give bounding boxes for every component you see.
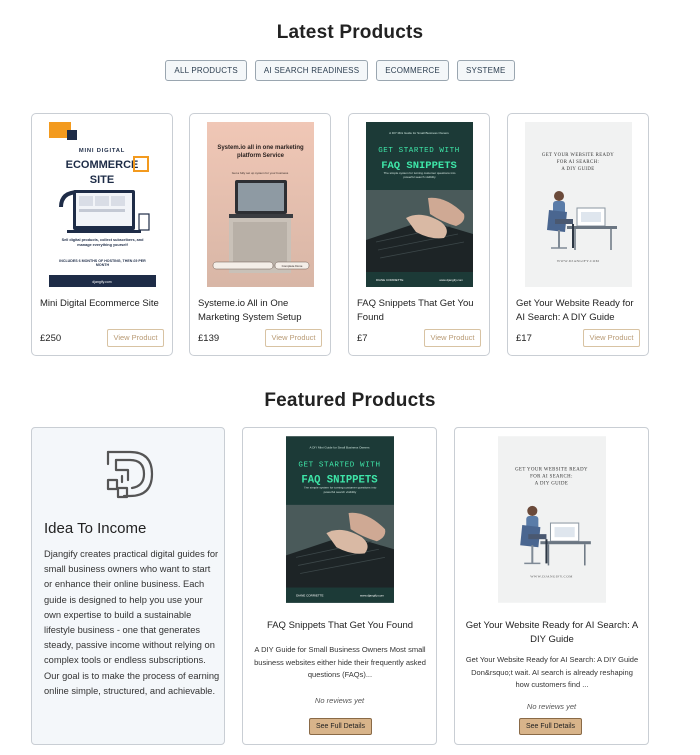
cover-text: GET YOUR WEBSITE READY [542,153,614,158]
intro-card: Idea To Income Djangify creates practica… [31,427,225,745]
view-product-button[interactable]: View Product [583,329,640,347]
cover-text: GET STARTED WITH [298,462,380,470]
category-filters: ALL PRODUCTS AI SEARCH READINESS ECOMMER… [0,60,680,81]
featured-cover-ai-search[interactable]: GET YOUR WEBSITE READY FOR AI SEARCH: A … [498,436,606,603]
view-product-button[interactable]: View Product [107,329,164,347]
cover-text: Sell digital products, collect subscribe… [61,238,144,247]
cover-text: WWW.DJANGIFY.COM [557,259,600,263]
view-product-button[interactable]: View Product [424,329,481,347]
product-cover-ai-search[interactable]: GET YOUR WEBSITE READY FOR AI SEARCH: A … [525,122,632,287]
product-name[interactable]: Mini Digital Ecommerce Site [40,297,168,311]
cover-text: WWW.DJANGIFY.COM [530,575,573,579]
view-product-button[interactable]: View Product [265,329,322,347]
cover-text: SITE [90,174,114,186]
product-cover-faq[interactable]: A DIY Mini Guide for Small Business Owne… [366,122,473,287]
product-price: £250 [40,333,62,344]
product-name[interactable]: Systeme.io All in One Marketing System S… [198,297,326,325]
cover-text: DIANE CORRIETTE [296,594,323,598]
intro-body: Djangify creates practical digital guide… [44,549,220,696]
product-cover-systeme[interactable]: System.io all in one marketing platform … [207,122,314,287]
djangify-logo-icon [102,446,158,502]
cover-text: ECOMMERCE [66,159,139,171]
cover-text: djangify.com [92,280,111,284]
cover-text: A DIY Mini Guide for Small Business Owne… [310,445,370,449]
cover-text: GET YOUR WEBSITE READY [515,468,588,473]
product-price: £17 [516,333,532,344]
cover-text: www.djangify.com [360,594,384,598]
cover-text: A DIY Mini Guide for Small Business Owne… [389,131,449,135]
filter-systeme[interactable]: SYSTEME [456,60,515,81]
product-card-systeme[interactable]: System.io all in one marketing platform … [189,113,331,356]
product-name[interactable]: Get Your Website Ready for AI Search: A … [516,297,644,325]
see-full-details-button[interactable]: See Full Details [519,718,582,735]
featured-product-title[interactable]: FAQ Snippets That Get You Found [249,619,431,633]
product-price: £7 [357,333,368,344]
cover-text: The simple system for turning customer q… [303,486,377,494]
latest-products-heading: Latest Products [276,22,424,43]
cover-text: System.io all in one marketing platform … [217,145,304,159]
cover-text: Get a fully set up system for your busin… [232,171,289,175]
cover-text: MINI DIGITAL [79,148,125,154]
filter-ai-search-readiness[interactable]: AI SEARCH READINESS [254,60,369,81]
product-cover-ecommerce[interactable]: MINI DIGITAL ECOMMERCE SITE Sell digital… [49,122,156,287]
cover-text: DIANE CORRIETTE [376,278,403,282]
cover-text: A DIY GUIDE [561,167,594,172]
cover-text: GET STARTED WITH [378,147,460,155]
product-card-ai-search[interactable]: GET YOUR WEBSITE READY FOR AI SEARCH: A … [507,113,649,356]
cover-text: FAQ SNIPPETS [381,160,457,172]
cover-text: www.djangify.com [439,278,463,282]
intro-heading: Idea To Income [44,520,147,537]
cover-text: The simple system for turning customer q… [383,172,456,179]
product-name[interactable]: FAQ Snippets That Get You Found [357,297,485,325]
product-card-ecommerce[interactable]: MINI DIGITAL ECOMMERCE SITE Sell digital… [31,113,173,356]
product-price: £139 [198,333,220,344]
cover-text: Complete Done [282,264,303,268]
cover-text: FAQ SNIPPETS [301,475,378,487]
featured-product-title[interactable]: Get Your Website Ready for AI Search: A … [461,619,643,647]
filter-ecommerce[interactable]: ECOMMERCE [376,60,449,81]
cover-text: FOR AI SEARCH: [530,475,573,480]
reviews-status: No reviews yet [314,696,365,705]
featured-product-description: A DIY Guide for Small Business Owners Mo… [254,645,426,679]
featured-product-description: Get Your Website Ready for AI Search: A … [465,655,639,689]
featured-card-ai-search[interactable]: GET YOUR WEBSITE READY FOR AI SEARCH: A … [454,427,649,745]
filter-all-products[interactable]: ALL PRODUCTS [165,60,247,81]
cover-text: INCLUDES 6 MONTHS OF HOSTING, THEN £9 PE… [59,259,146,268]
product-card-faq-snippets[interactable]: A DIY Mini Guide for Small Business Owne… [348,113,490,356]
reviews-status: No reviews yet [526,702,577,711]
cover-text: A DIY GUIDE [535,482,569,487]
featured-cover-faq[interactable]: A DIY Mini Guide for Small Business Owne… [286,436,394,603]
see-full-details-button[interactable]: See Full Details [309,718,372,735]
featured-products-heading: Featured Products [264,390,436,411]
featured-card-faq-snippets[interactable]: A DIY Mini Guide for Small Business Owne… [242,427,437,745]
cover-text: FOR AI SEARCH: [557,160,599,165]
